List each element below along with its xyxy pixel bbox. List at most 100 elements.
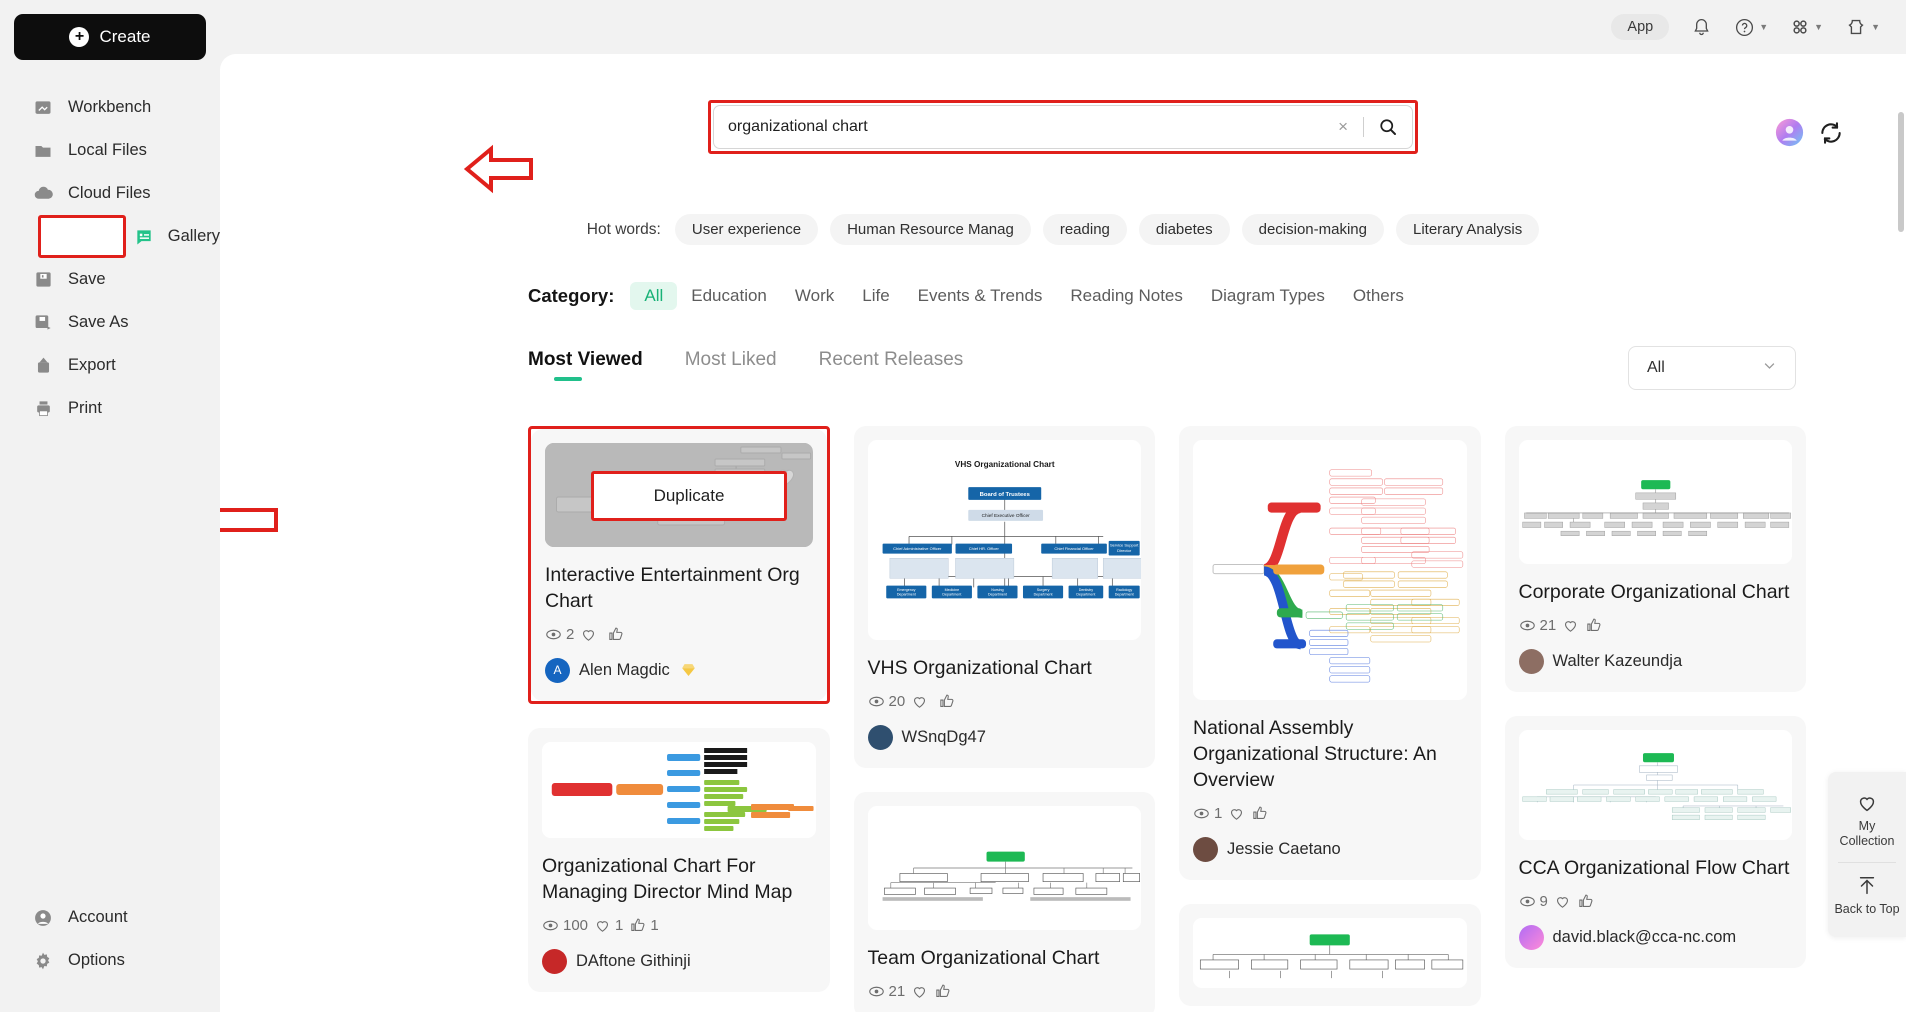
author-name: Walter Kazeundja [1552,651,1683,670]
sidebar-item-local-files[interactable]: Local Files [0,129,220,172]
sort-tabs: Most Viewed Most Liked Recent Releases [528,349,963,381]
sidebar-item-export[interactable]: Export [0,344,220,387]
tab-recent-releases[interactable]: Recent Releases [819,349,964,381]
template-card[interactable]: Organizational Chart For Managing Direct… [528,727,830,992]
apps-grid-button[interactable]: ▼ [1790,17,1823,37]
hot-word-chip[interactable]: Literary Analysis [1396,214,1540,245]
app-button[interactable]: App [1611,14,1670,40]
likes-stat[interactable] [1554,893,1571,910]
sidebar-item-save-as[interactable]: Save As [0,301,220,344]
template-card[interactable]: Team Organizational Chart 21 [853,791,1155,1012]
sidebar-item-save[interactable]: Save [0,258,220,301]
page-scrollbar[interactable] [1898,112,1904,1012]
card-thumbnail[interactable]: Duplicate [545,443,813,547]
search-icon[interactable] [1374,117,1398,137]
likes-stat[interactable] [911,693,932,710]
hot-word-chip[interactable]: Human Resource Manag [830,214,1031,245]
template-card[interactable]: VHS Organizational Chart Board of Truste… [853,426,1155,768]
template-card[interactable]: Corporate Organizational Chart 21 Walter… [1504,426,1806,692]
card-author[interactable]: david.black@cca-nc.com [1518,924,1793,950]
create-button[interactable]: + Create [14,14,206,60]
search-input[interactable] [728,118,1324,136]
category-item-life[interactable]: Life [848,282,903,310]
hot-word-chip[interactable]: decision-making [1241,214,1384,245]
sidebar-item-workbench[interactable]: Workbench [0,86,220,129]
print-icon [32,398,54,420]
thumbsup-stat[interactable] [934,983,951,1000]
thumbsup-stat[interactable] [1251,805,1268,822]
avatar [867,724,893,750]
hot-word-chip[interactable]: User experience [674,214,819,245]
card-author[interactable]: Walter Kazeundja [1518,648,1793,674]
card-author[interactable]: Jessie Caetano [1193,836,1467,862]
sidebar-item-cloud-files[interactable]: Cloud Files [0,172,220,215]
card-thumbnail[interactable] [542,741,816,838]
floating-side-widget: My Collection Back to Top [1828,772,1906,938]
card-thumbnail[interactable] [867,805,1141,930]
card-arrow-annotation [220,494,278,546]
template-card[interactable] [1179,903,1481,1006]
card-thumbnail[interactable] [1518,440,1792,564]
sidebar-item-label: Print [68,399,102,417]
avatar: A [545,657,570,683]
search-box[interactable]: × [713,105,1413,149]
save-icon [32,269,54,291]
clear-search-icon[interactable]: × [1333,117,1353,137]
scrollbar-thumb[interactable] [1898,112,1904,232]
template-card[interactable]: National Assembly Organizational Structu… [1179,426,1481,880]
category-item-diagram-types[interactable]: Diagram Types [1197,282,1339,310]
category-item-all[interactable]: All [630,282,678,310]
sidebar-item-label: Workbench [68,98,152,116]
thumbsup-stat[interactable] [1577,893,1594,910]
thumbsup-stat[interactable]: 1 [629,916,659,934]
svg-text:Department: Department [896,593,915,597]
thumbsup-stat[interactable] [1585,617,1602,634]
card-author[interactable]: A Alen Magdic [545,657,813,683]
hot-word-chip[interactable]: diabetes [1138,214,1230,245]
likes-stat[interactable] [1562,617,1579,634]
likes-stat[interactable] [580,626,601,643]
category-item-work[interactable]: Work [781,282,848,310]
card-thumbnail[interactable] [1518,729,1792,840]
user-avatar-button[interactable] [1775,118,1804,152]
thumbsup-stat[interactable] [607,626,628,643]
thumbnail-preview [1193,917,1467,982]
category-item-others[interactable]: Others [1339,282,1418,310]
sidebar-item-account[interactable]: Account [0,896,220,939]
category-item-education[interactable]: Education [677,282,781,310]
template-card[interactable]: CCA Organizational Flow Chart 9 david.bl… [1504,715,1806,968]
hot-word-chip[interactable]: reading [1042,214,1127,245]
tab-most-liked[interactable]: Most Liked [685,349,777,381]
card-thumbnail[interactable] [1193,917,1467,988]
svg-text:Nursing: Nursing [991,588,1004,592]
my-collection-button[interactable]: My Collection [1828,784,1906,858]
heart-icon [1231,808,1243,820]
sidebar-item-print[interactable]: Print [0,387,220,430]
duplicate-button[interactable]: Duplicate [654,486,725,506]
help-button[interactable]: ▼ [1734,17,1768,38]
category-item-reading-notes[interactable]: Reading Notes [1056,282,1196,310]
grid-column-1: Duplicate Interactive Entertainment Org … [528,426,830,1012]
sidebar-item-gallery[interactable]: Gallery [0,215,220,258]
tab-most-viewed[interactable]: Most Viewed [528,349,643,381]
thumbsup-stat[interactable] [938,693,959,710]
shirt-theme-icon [1848,19,1864,35]
sort-dropdown[interactable]: All [1628,346,1796,390]
export-icon [32,355,54,377]
back-to-top-button[interactable]: Back to Top [1828,867,1906,925]
category-item-events-trends[interactable]: Events & Trends [904,282,1057,310]
refresh-button[interactable] [1818,120,1844,151]
card-thumbnail[interactable]: VHS Organizational Chart Board of Truste… [867,440,1141,640]
likes-stat[interactable] [911,983,928,1000]
card-author[interactable]: WSnqDg47 [867,724,1142,750]
sidebar-item-options[interactable]: Options [0,939,220,982]
card-thumbnail[interactable] [1193,440,1467,700]
likes-stat[interactable] [1228,805,1245,822]
theme-button[interactable]: ▼ [1845,16,1880,38]
card-author[interactable]: DAftone Githinji [542,948,816,974]
author-name: Alen Magdic [579,660,670,679]
thumbsup-count: 1 [650,916,659,934]
template-card[interactable]: Duplicate Interactive Entertainment Org … [531,429,827,701]
notifications-button[interactable] [1691,17,1712,38]
likes-stat[interactable]: 1 [594,917,623,934]
